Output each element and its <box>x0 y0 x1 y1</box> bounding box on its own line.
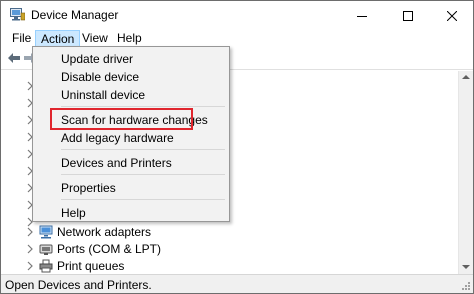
network-adapter-icon <box>39 225 53 239</box>
menu-separator <box>61 149 225 150</box>
tree-label: Print queues <box>57 259 125 273</box>
back-arrow-icon[interactable] <box>7 52 21 64</box>
tree-label: Ports (COM & LPT) <box>57 242 162 256</box>
tree-label: Network adapters <box>57 225 152 239</box>
menu-item-uninstall-device[interactable]: Uninstall device <box>35 85 227 104</box>
menu-item-devices-and-printers[interactable]: Devices and Printers <box>35 153 227 172</box>
window-title: Device Manager <box>31 8 119 22</box>
menu-item-label: Devices and Printers <box>61 156 172 170</box>
tree-item-print-queues[interactable]: Print queues <box>1 258 458 274</box>
highlight-annotation <box>50 108 193 130</box>
menu-item-update-driver[interactable]: Update driver <box>35 49 227 68</box>
menu-item-label: Properties <box>61 181 116 195</box>
menu-separator <box>61 174 225 175</box>
maximize-button[interactable] <box>385 1 430 30</box>
tree-item-network-adapters[interactable]: Network adapters <box>1 224 458 241</box>
title-bar: Device Manager <box>1 1 473 30</box>
menu-item-help[interactable]: Help <box>35 203 227 222</box>
vertical-scrollbar[interactable] <box>458 71 473 274</box>
chevron-right-icon[interactable] <box>26 244 34 254</box>
maximize-icon <box>402 10 413 21</box>
chevron-right-icon[interactable] <box>26 227 34 237</box>
status-bar: Open Devices and Printers. <box>1 274 473 293</box>
menu-item-add-legacy-hardware[interactable]: Add legacy hardware <box>35 128 227 147</box>
close-button[interactable] <box>429 1 474 30</box>
printer-icon <box>39 259 53 273</box>
close-icon <box>446 10 457 21</box>
chevron-right-icon[interactable] <box>26 261 34 271</box>
action-menu: Update driver Disable device Uninstall d… <box>32 46 230 222</box>
tree-item-ports[interactable]: Ports (COM & LPT) <box>1 241 458 258</box>
resize-grip-icon[interactable] <box>461 281 471 291</box>
menu-separator <box>61 106 225 107</box>
scroll-up-arrow-icon[interactable] <box>462 75 470 79</box>
minimize-button[interactable] <box>339 1 384 30</box>
menu-item-label: Add legacy hardware <box>61 131 174 145</box>
minimize-icon <box>356 15 367 17</box>
menu-item-label: Disable device <box>61 70 140 84</box>
status-text: Open Devices and Printers. <box>5 278 152 292</box>
menu-item-label: Uninstall device <box>61 88 146 102</box>
scroll-down-arrow-icon[interactable] <box>462 265 470 269</box>
menu-item-disable-device[interactable]: Disable device <box>35 67 227 86</box>
device-manager-icon <box>10 8 25 21</box>
menu-item-label: Update driver <box>61 52 134 66</box>
port-icon <box>39 244 53 255</box>
menu-separator <box>61 199 225 200</box>
menu-item-label: Help <box>61 206 86 220</box>
menu-item-properties[interactable]: Properties <box>35 178 227 197</box>
